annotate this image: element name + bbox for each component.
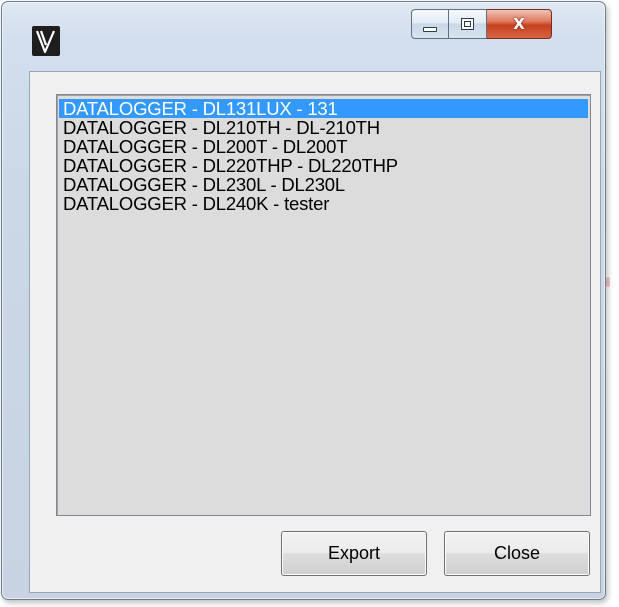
- list-item[interactable]: DATALOGGER - DL220THP - DL220THP: [59, 156, 588, 175]
- list-item[interactable]: DATALOGGER - DL200T - DL200T: [59, 137, 588, 156]
- list-item[interactable]: DATALOGGER - DL131LUX - 131: [59, 99, 588, 118]
- close-button[interactable]: Close: [444, 531, 590, 576]
- caption-buttons: X: [411, 9, 552, 39]
- dialog-window: X DATALOGGER - DL131LUX - 131 DATALOGGER…: [1, 1, 606, 600]
- minimize-button[interactable]: [411, 9, 449, 39]
- datalogger-listbox[interactable]: DATALOGGER - DL131LUX - 131 DATALOGGER -…: [56, 94, 591, 516]
- list-item[interactable]: DATALOGGER - DL240K - tester: [59, 194, 588, 213]
- maximize-button[interactable]: [449, 9, 487, 39]
- list-item[interactable]: DATALOGGER - DL230L - DL230L: [59, 175, 588, 194]
- minimize-icon: [423, 26, 437, 32]
- export-button[interactable]: Export: [281, 531, 427, 576]
- v-logo-icon[interactable]: [32, 26, 60, 56]
- list-item[interactable]: DATALOGGER - DL210TH - DL-210TH: [59, 118, 588, 137]
- maximize-icon: [461, 18, 474, 30]
- close-icon: X: [513, 15, 525, 33]
- window-close-button[interactable]: X: [487, 9, 552, 39]
- background-artifact: [606, 277, 610, 287]
- dialog-client-area: DATALOGGER - DL131LUX - 131 DATALOGGER -…: [29, 71, 601, 593]
